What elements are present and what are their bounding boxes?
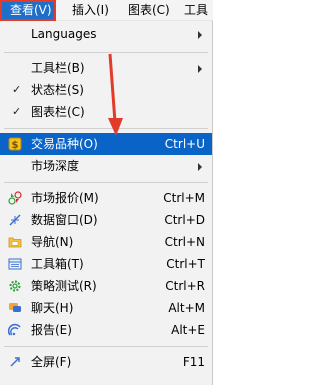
menu-charts[interactable]: 图表(C) (124, 0, 170, 21)
menu-item-chat[interactable]: 聊天(H) Alt+M (0, 297, 212, 319)
shortcut-text: Ctrl+N (164, 235, 205, 249)
menu-item-fullscreen[interactable]: 全屏(F) F11 (0, 351, 212, 373)
menu-separator (4, 128, 208, 129)
menu-item-toolbox[interactable]: 工具箱(T) Ctrl+T (0, 253, 212, 275)
menu-insert[interactable]: 插入(I) (68, 0, 109, 21)
folder-icon (8, 237, 22, 248)
shortcut-text: Ctrl+M (163, 191, 205, 205)
menu-separator (4, 52, 208, 53)
market-watch-icon (8, 191, 22, 205)
menu-separator (4, 346, 208, 347)
shortcut-text: Alt+M (168, 301, 205, 315)
menu-item-label: 导航(N) (31, 235, 74, 249)
checkmark-icon: ✓ (12, 105, 22, 118)
menu-bar: 查看(V) 插入(I) 图表(C) 工具 (0, 0, 213, 21)
menu-item-data-window[interactable]: 数据窗口(D) Ctrl+D (0, 209, 212, 231)
gear-icon (9, 280, 21, 292)
menu-item-label: 工具箱(T) (31, 257, 84, 271)
menu-item-label: 聊天(H) (31, 301, 74, 315)
menu-item-label: 策略测试(R) (31, 279, 97, 293)
menu-item-label: Languages (31, 27, 97, 41)
view-dropdown-menu: Languages 工具栏(B) ✓ 状态栏(S) ✓ 图表栏(C) $ 交易品… (0, 21, 213, 385)
menu-item-label: 数据窗口(D) (31, 213, 98, 227)
chat-icon (9, 303, 21, 312)
fullscreen-icon (10, 357, 20, 367)
menu-item-label: 市场报价(M) (31, 191, 99, 205)
shortcut-text: F11 (182, 355, 205, 369)
menu-item-toolbars[interactable]: 工具栏(B) (0, 57, 212, 79)
menu-item-strategy-tester[interactable]: 策略测试(R) Ctrl+R (0, 275, 212, 297)
menu-item-symbols[interactable]: $ 交易品种(O) Ctrl+U (0, 133, 212, 155)
crosshair-icon (9, 214, 21, 226)
menu-view[interactable]: 查看(V) (0, 0, 56, 21)
menu-item-navigator[interactable]: 导航(N) Ctrl+N (0, 231, 212, 253)
shortcut-text: Ctrl+U (164, 137, 205, 151)
menu-item-label: 工具栏(B) (31, 61, 85, 75)
svg-text:$: $ (12, 140, 19, 151)
submenu-arrow-icon (198, 163, 202, 171)
report-icon (8, 323, 21, 336)
menu-item-reports[interactable]: 报告(E) Alt+E (0, 319, 212, 341)
shortcut-text: Ctrl+T (166, 257, 205, 271)
menu-item-label: 图表栏(C) (31, 105, 85, 119)
menu-item-languages[interactable]: Languages (0, 23, 212, 45)
menu-item-market-watch[interactable]: 市场报价(M) Ctrl+M (0, 187, 212, 209)
menu-tools[interactable]: 工具 (180, 0, 208, 21)
submenu-arrow-icon (198, 65, 202, 73)
menu-item-market-depth[interactable]: 市场深度 (0, 155, 212, 177)
toolbox-icon (8, 258, 22, 270)
menu-item-label: 交易品种(O) (31, 137, 98, 151)
dollar-icon: $ (8, 137, 22, 151)
menu-item-chart-bar[interactable]: ✓ 图表栏(C) (0, 101, 212, 123)
menu-item-label: 报告(E) (31, 323, 72, 337)
menu-item-label: 全屏(F) (31, 355, 72, 369)
menu-item-label: 市场深度 (31, 159, 80, 173)
menu-item-status-bar[interactable]: ✓ 状态栏(S) (0, 79, 212, 101)
submenu-arrow-icon (198, 31, 202, 39)
shortcut-text: Ctrl+D (164, 213, 205, 227)
menu-item-label: 状态栏(S) (31, 83, 84, 97)
checkmark-icon: ✓ (12, 83, 22, 96)
shortcut-text: Ctrl+R (165, 279, 205, 293)
shortcut-text: Alt+E (171, 323, 205, 337)
menu-separator (4, 182, 208, 183)
